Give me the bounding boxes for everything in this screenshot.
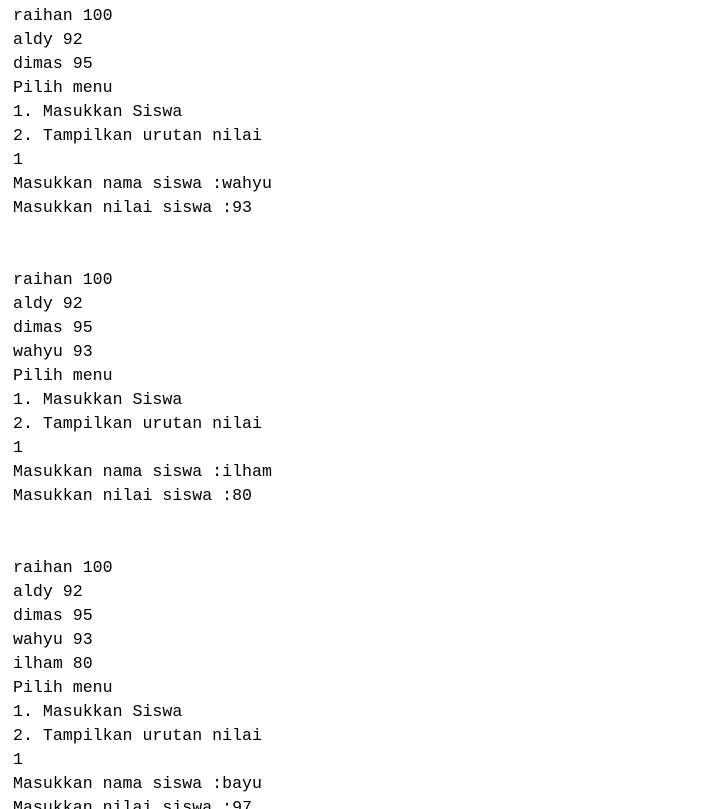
console-line: 1. Masukkan Siswa <box>13 102 183 121</box>
console-line: raihan 100 <box>13 558 113 577</box>
console-line: raihan 100 <box>13 6 113 25</box>
console-line: Masukkan nama siswa :wahyu <box>13 174 272 193</box>
console-line: Pilih menu <box>13 78 113 97</box>
console-line: Pilih menu <box>13 366 113 385</box>
console-line: 2. Tampilkan urutan nilai <box>13 726 262 745</box>
console-line: Masukkan nama siswa :ilham <box>13 462 272 481</box>
console-line: aldy 92 <box>13 30 83 49</box>
console-line: 2. Tampilkan urutan nilai <box>13 126 262 145</box>
console-line: 1 <box>13 150 23 169</box>
console-line: Masukkan nilai siswa :93 <box>13 198 252 217</box>
console-line: wahyu 93 <box>13 342 93 361</box>
console-line: 1 <box>13 750 23 769</box>
console-line: Masukkan nilai siswa :97 <box>13 798 252 809</box>
console-line: ilham 80 <box>13 654 93 673</box>
console-line: dimas 95 <box>13 606 93 625</box>
console-line: Masukkan nilai siswa :80 <box>13 486 252 505</box>
console-line: 2. Tampilkan urutan nilai <box>13 414 262 433</box>
console-line: wahyu 93 <box>13 630 93 649</box>
console-line: aldy 92 <box>13 294 83 313</box>
console-line: Pilih menu <box>13 678 113 697</box>
console-line: dimas 95 <box>13 54 93 73</box>
console-line: 1 <box>13 438 23 457</box>
console-line: 1. Masukkan Siswa <box>13 702 183 721</box>
console-line: aldy 92 <box>13 582 83 601</box>
console-line: Masukkan nama siswa :bayu <box>13 774 262 793</box>
console-line: dimas 95 <box>13 318 93 337</box>
console-line: raihan 100 <box>13 270 113 289</box>
console-line: 1. Masukkan Siswa <box>13 390 183 409</box>
console-output: raihan 100 aldy 92 dimas 95 Pilih menu 1… <box>0 0 725 809</box>
